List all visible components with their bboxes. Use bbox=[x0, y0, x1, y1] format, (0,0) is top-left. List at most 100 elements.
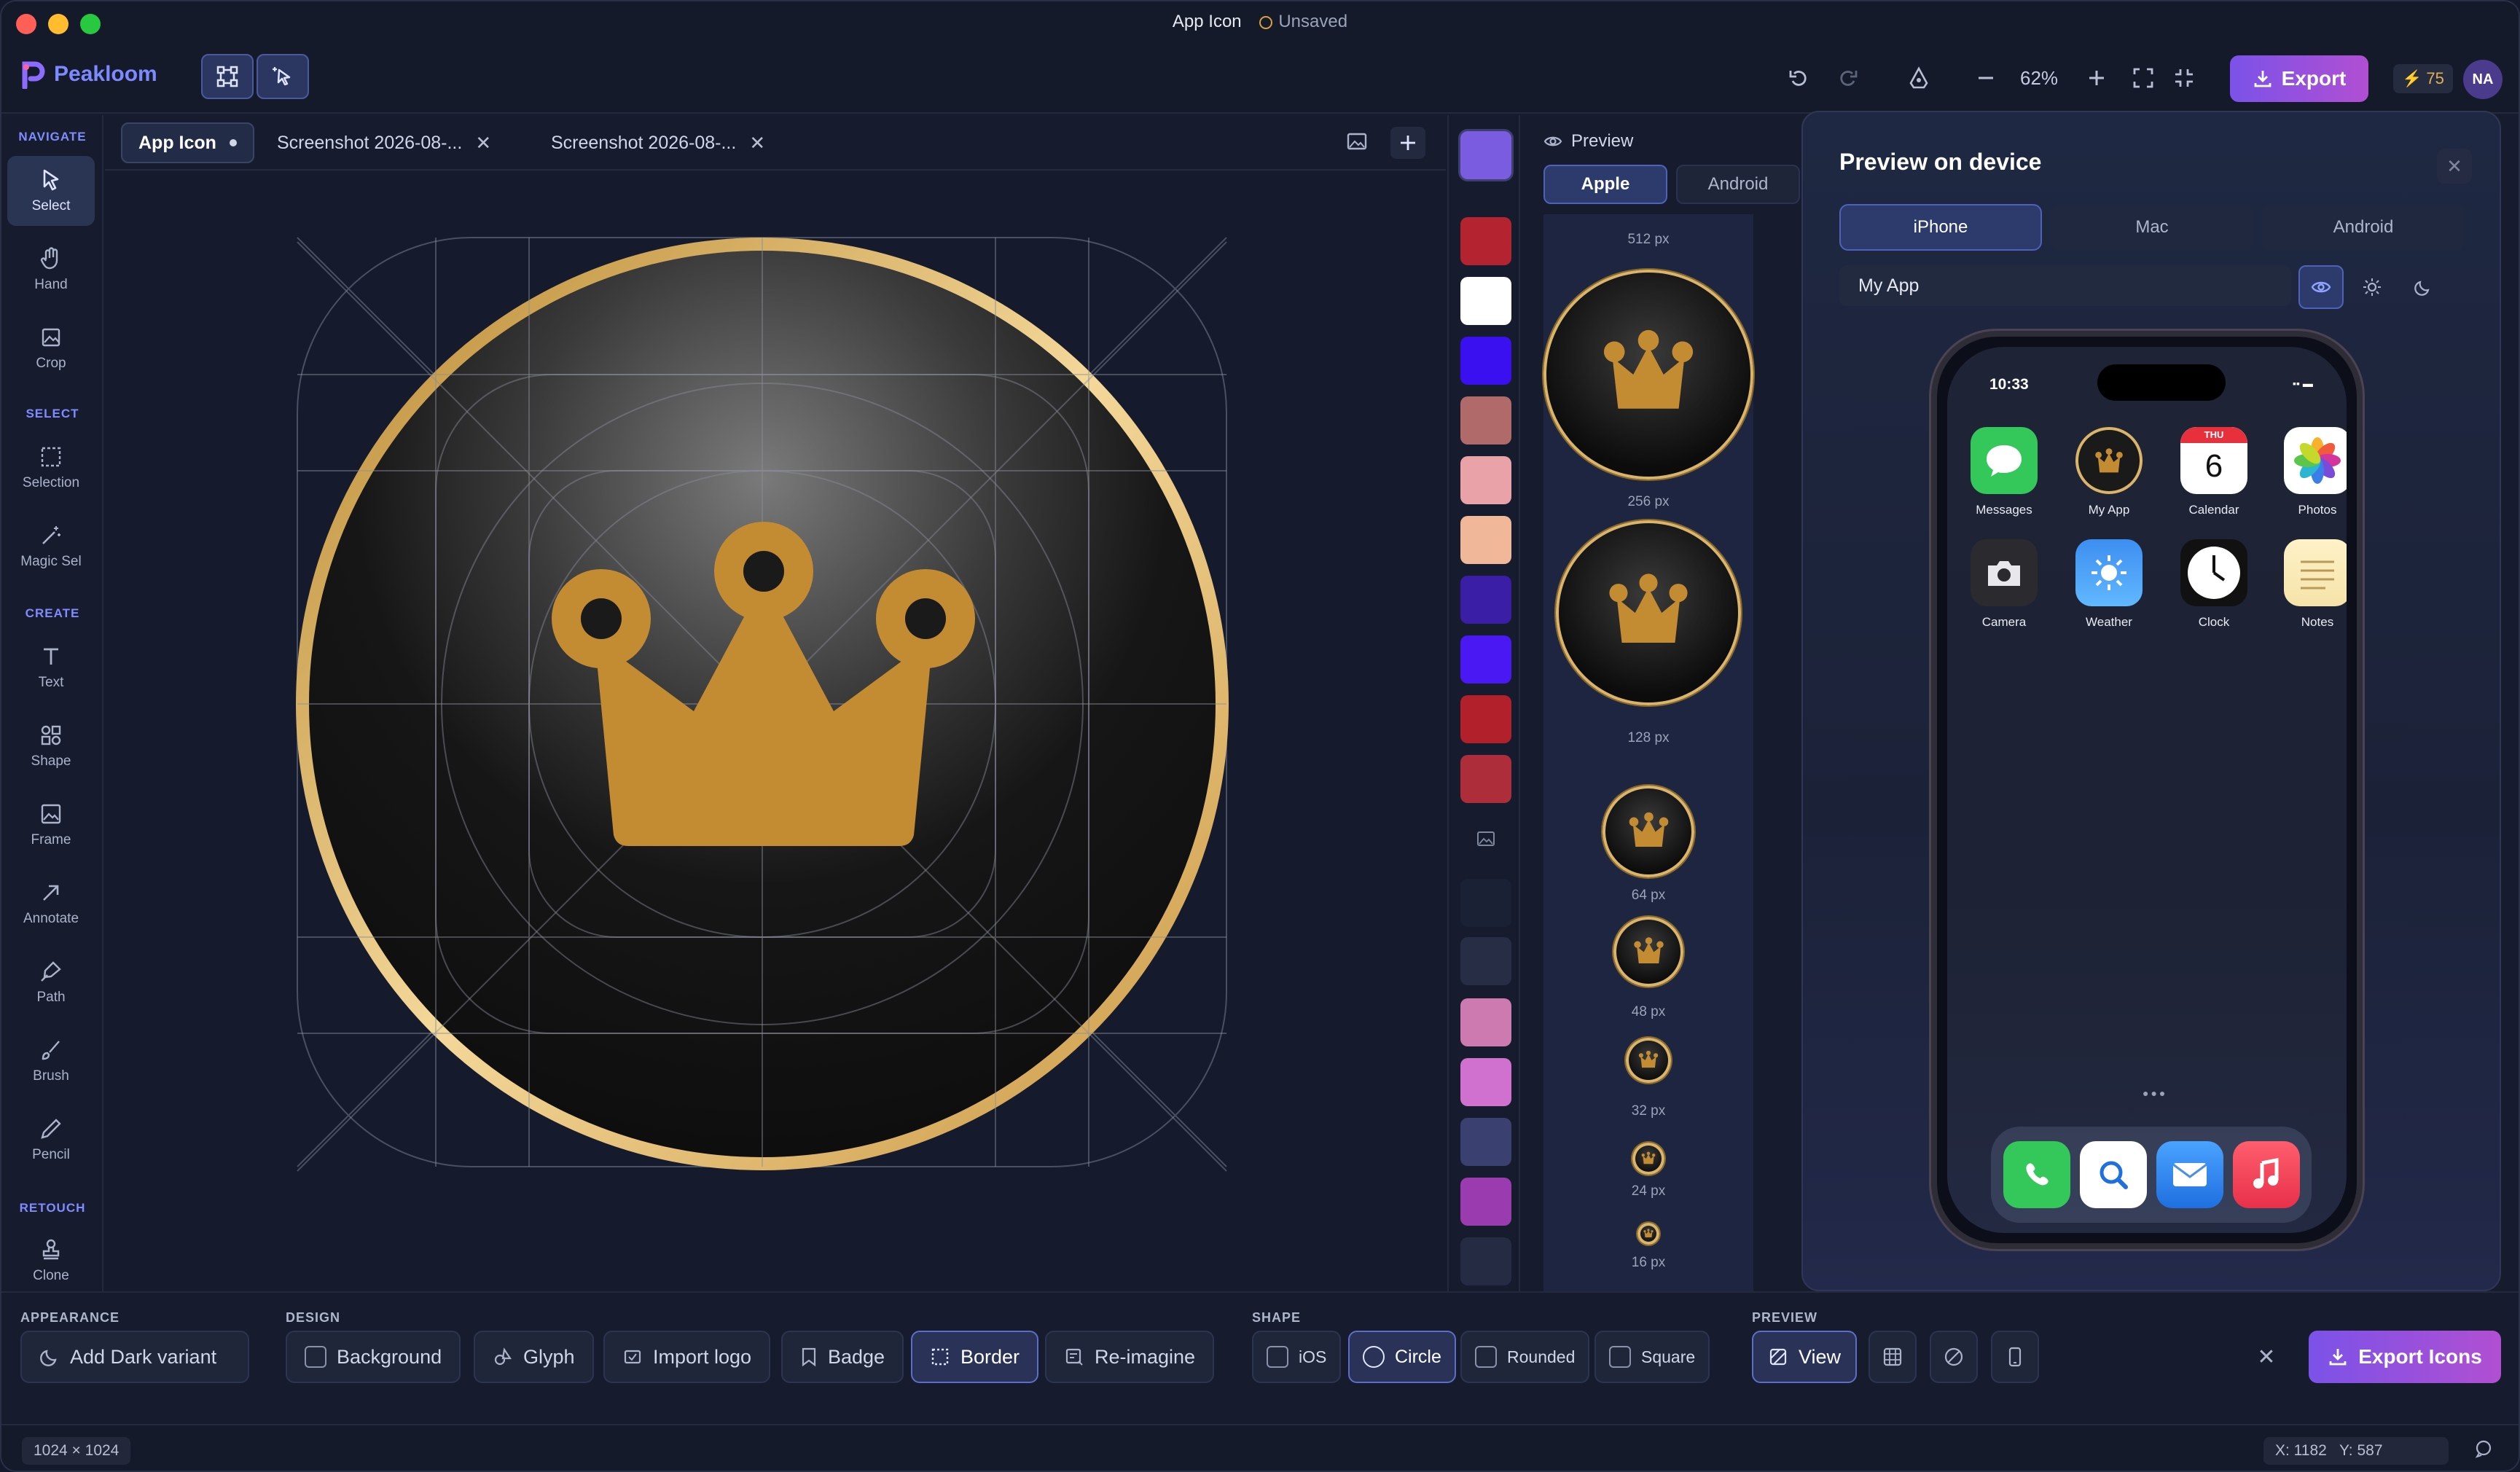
tab-app-icon[interactable]: App Icon bbox=[121, 122, 254, 163]
preview-icon-24px bbox=[1632, 1143, 1664, 1175]
home-app-notes[interactable]: Notes bbox=[2272, 539, 2347, 630]
close-tab-icon[interactable]: ✕ bbox=[475, 132, 491, 154]
preview-tab-android[interactable]: Android bbox=[1676, 165, 1800, 204]
color-swatch[interactable] bbox=[1460, 131, 1511, 179]
image-gallery-button[interactable] bbox=[1345, 130, 1369, 157]
color-swatch[interactable] bbox=[1460, 1118, 1511, 1166]
new-tab-button[interactable] bbox=[1390, 127, 1425, 159]
reimagine-button[interactable]: Re-imagine bbox=[1045, 1331, 1215, 1383]
close-icon: ✕ bbox=[2257, 1344, 2276, 1369]
phone-app-icon[interactable] bbox=[2003, 1141, 2070, 1208]
preview-icon-128px bbox=[1556, 520, 1741, 705]
shape-square-option[interactable]: Square bbox=[1594, 1331, 1710, 1383]
home-app-camera[interactable]: Camera bbox=[1959, 539, 2049, 630]
color-swatch[interactable] bbox=[1460, 879, 1511, 927]
import-logo-button[interactable]: Import logo bbox=[603, 1331, 771, 1383]
shape-ios-option[interactable]: iOS bbox=[1252, 1331, 1342, 1383]
color-swatch[interactable] bbox=[1460, 1058, 1511, 1106]
tool-hand[interactable]: Hand bbox=[7, 235, 95, 305]
color-swatch[interactable] bbox=[1460, 998, 1511, 1046]
zoom-out-button[interactable] bbox=[1969, 61, 2003, 95]
device-tab-iphone[interactable]: iPhone bbox=[1839, 204, 2042, 251]
app-icon-artwork[interactable] bbox=[105, 172, 1446, 1290]
color-swatch[interactable] bbox=[1460, 695, 1511, 743]
add-dark-variant-button[interactable]: Add Dark variant bbox=[20, 1331, 249, 1383]
image-swatch-icon[interactable] bbox=[1460, 815, 1511, 863]
close-panel-button[interactable]: ✕ bbox=[2437, 149, 2472, 184]
pen-tool-button[interactable] bbox=[1902, 61, 1936, 95]
design-canvas[interactable] bbox=[105, 172, 1446, 1290]
home-app-clock[interactable]: Clock bbox=[2169, 539, 2259, 630]
export-icons-button[interactable]: Export Icons bbox=[2309, 1331, 2501, 1383]
feedback-button[interactable] bbox=[2473, 1438, 2494, 1463]
tool-shape[interactable]: Shape bbox=[7, 711, 95, 781]
border-button[interactable]: Border bbox=[911, 1331, 1039, 1383]
device-tab-android[interactable]: Android bbox=[2262, 204, 2465, 251]
view-button[interactable]: View bbox=[1752, 1331, 1858, 1383]
color-swatch[interactable] bbox=[1460, 456, 1511, 504]
shape-circle-option[interactable]: Circle bbox=[1348, 1331, 1456, 1383]
preview-visible-toggle[interactable] bbox=[2298, 265, 2344, 309]
color-swatch[interactable] bbox=[1460, 396, 1511, 445]
tab-screenshot-2[interactable]: Screenshot 2026-08-... ✕ bbox=[535, 122, 781, 163]
home-app-my-app[interactable]: My App bbox=[2064, 427, 2154, 517]
color-swatch[interactable] bbox=[1460, 576, 1511, 624]
tool-frame[interactable]: Frame bbox=[7, 790, 95, 860]
home-app-weather[interactable]: Weather bbox=[2064, 539, 2154, 630]
badge-button[interactable]: Badge bbox=[781, 1331, 904, 1383]
tool-crop[interactable]: Crop bbox=[7, 313, 95, 383]
app-name-field[interactable]: My App bbox=[1839, 265, 2291, 306]
home-app-calendar[interactable]: THU 6 Calendar bbox=[2169, 427, 2259, 517]
light-mode-toggle[interactable] bbox=[2349, 265, 2395, 309]
color-swatch[interactable] bbox=[1460, 516, 1511, 564]
mail-app-icon[interactable] bbox=[2156, 1141, 2223, 1208]
tool-brush[interactable]: Brush bbox=[7, 1026, 95, 1096]
color-swatch[interactable] bbox=[1460, 217, 1511, 265]
close-tab-icon[interactable]: ✕ bbox=[749, 132, 765, 154]
zoom-level[interactable]: 62% bbox=[2020, 67, 2058, 90]
tool-selection[interactable]: Selection bbox=[7, 433, 95, 503]
brand-logo[interactable]: Peakloom bbox=[20, 60, 157, 89]
color-swatch[interactable] bbox=[1460, 635, 1511, 684]
tool-pencil[interactable]: Pencil bbox=[7, 1105, 95, 1175]
music-app-icon[interactable] bbox=[2232, 1141, 2300, 1208]
hand-icon bbox=[40, 247, 58, 270]
glyph-button[interactable]: Glyph bbox=[474, 1331, 594, 1383]
collapse-button[interactable] bbox=[2167, 61, 2201, 95]
background-toggle[interactable]: Background bbox=[286, 1331, 461, 1383]
tool-clone[interactable]: Clone bbox=[7, 1226, 95, 1296]
device-preview-button[interactable] bbox=[1991, 1331, 2039, 1383]
smart-select-button[interactable] bbox=[257, 54, 309, 99]
dismiss-button[interactable]: ✕ bbox=[2246, 1336, 2287, 1377]
disable-preview-button[interactable] bbox=[1930, 1331, 1978, 1383]
dark-mode-toggle[interactable] bbox=[2400, 265, 2446, 309]
undo-button[interactable] bbox=[1783, 61, 1816, 95]
safari-app-icon[interactable] bbox=[2079, 1141, 2147, 1208]
device-tab-mac[interactable]: Mac bbox=[2051, 204, 2253, 251]
tool-magic-select[interactable]: Magic Sel bbox=[7, 512, 95, 582]
color-swatch[interactable] bbox=[1460, 277, 1511, 325]
redo-button[interactable] bbox=[1831, 61, 1864, 95]
vector-mode-button[interactable] bbox=[201, 54, 254, 99]
grid-preview-button[interactable] bbox=[1869, 1331, 1917, 1383]
avatar[interactable]: NA bbox=[2463, 60, 2503, 99]
phone-dock bbox=[1991, 1127, 2312, 1223]
color-swatch[interactable] bbox=[1460, 1237, 1511, 1285]
tool-text[interactable]: Text bbox=[7, 633, 95, 702]
color-swatch[interactable] bbox=[1460, 1178, 1511, 1226]
home-app-photos[interactable]: Photos bbox=[2272, 427, 2347, 517]
tool-select[interactable]: Select bbox=[7, 156, 95, 226]
color-swatch[interactable] bbox=[1460, 337, 1511, 385]
fit-screen-button[interactable] bbox=[2126, 61, 2160, 95]
tab-screenshot-1[interactable]: Screenshot 2026-08-... ✕ bbox=[261, 122, 507, 163]
tool-annotate[interactable]: Annotate bbox=[7, 869, 95, 939]
credits-badge[interactable]: ⚡ 75 bbox=[2393, 64, 2453, 93]
preview-tab-apple[interactable]: Apple bbox=[1543, 165, 1667, 204]
tool-path[interactable]: Path bbox=[7, 947, 95, 1017]
color-swatch[interactable] bbox=[1460, 755, 1511, 803]
color-swatch[interactable] bbox=[1460, 937, 1511, 985]
home-app-messages[interactable]: Messages bbox=[1959, 427, 2049, 517]
export-button[interactable]: Export bbox=[2230, 55, 2368, 102]
zoom-in-button[interactable] bbox=[2080, 61, 2113, 95]
shape-rounded-option[interactable]: Rounded bbox=[1460, 1331, 1590, 1383]
